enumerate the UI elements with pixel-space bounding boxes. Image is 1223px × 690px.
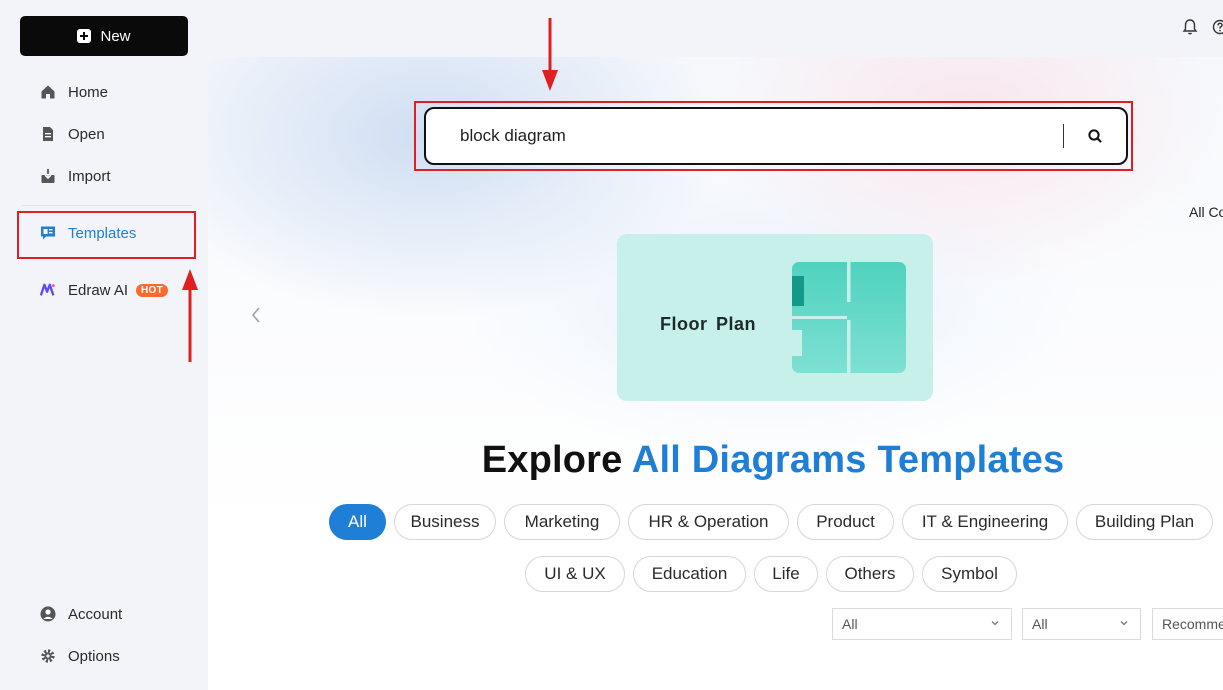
headline-prefix: Explore bbox=[481, 439, 623, 481]
sidebar-item-account[interactable]: Account bbox=[40, 602, 122, 626]
chip-it-engineering[interactable]: IT & Engineering bbox=[902, 504, 1068, 540]
chip-marketing[interactable]: Marketing bbox=[504, 504, 620, 540]
search-icon[interactable] bbox=[1084, 125, 1106, 147]
import-icon bbox=[40, 168, 56, 184]
main-panel: All Co Floor Plan Explore All Diagrams T… bbox=[208, 57, 1223, 690]
sidebar-item-label: Open bbox=[68, 125, 105, 143]
sidebar-item-edraw-ai[interactable]: Edraw AI HOT bbox=[40, 278, 169, 302]
chip-education[interactable]: Education bbox=[633, 556, 746, 592]
edraw-ai-icon bbox=[40, 282, 56, 298]
sidebar-item-label: Home bbox=[68, 83, 109, 101]
new-button[interactable]: New bbox=[20, 16, 188, 56]
sidebar-item-import[interactable]: Import bbox=[40, 164, 111, 188]
search-input[interactable] bbox=[426, 109, 1063, 163]
sidebar: New Home Open Import Templates Edraw AI … bbox=[0, 0, 208, 690]
chip-others[interactable]: Others bbox=[826, 556, 914, 592]
gear-icon bbox=[40, 648, 56, 664]
filter-select-1-value: All bbox=[842, 616, 858, 632]
bell-icon[interactable] bbox=[1182, 18, 1198, 41]
chip-hr-operation[interactable]: HR & Operation bbox=[628, 504, 789, 540]
chevron-down-icon bbox=[991, 621, 999, 626]
all-categories-link[interactable]: All Co bbox=[1189, 204, 1223, 220]
search-separator bbox=[1063, 124, 1064, 148]
help-icon[interactable] bbox=[1212, 18, 1223, 41]
chip-life[interactable]: Life bbox=[754, 556, 818, 592]
sidebar-item-templates[interactable]: Templates bbox=[40, 221, 136, 245]
sidebar-item-options[interactable]: Options bbox=[40, 644, 120, 668]
filter-select-1[interactable]: All bbox=[832, 608, 1012, 640]
sidebar-item-label: Import bbox=[68, 167, 111, 185]
top-toolbar bbox=[1182, 18, 1223, 41]
filter-select-sort[interactable]: Recomme bbox=[1152, 608, 1223, 640]
home-icon bbox=[40, 84, 56, 100]
sidebar-item-label: Templates bbox=[68, 224, 137, 242]
headline-accent: All Diagrams Templates bbox=[631, 439, 1065, 481]
floor-plan-illustration bbox=[792, 262, 906, 373]
new-button-label: New bbox=[100, 27, 131, 45]
sidebar-item-open[interactable]: Open bbox=[40, 122, 105, 146]
chip-business[interactable]: Business bbox=[394, 504, 496, 540]
sidebar-item-home[interactable]: Home bbox=[40, 80, 108, 104]
sidebar-item-label: Options bbox=[68, 647, 120, 665]
banner-title: Floor Plan bbox=[660, 314, 757, 334]
file-icon bbox=[40, 126, 56, 142]
sidebar-item-label: Account bbox=[68, 605, 123, 623]
chevron-down-icon bbox=[1120, 621, 1128, 626]
chip-ui-ux[interactable]: UI & UX bbox=[525, 556, 625, 592]
chip-all[interactable]: All bbox=[329, 504, 386, 540]
filter-select-2-value: All bbox=[1032, 616, 1048, 632]
filter-select-2[interactable]: All bbox=[1022, 608, 1141, 640]
templates-icon bbox=[40, 225, 56, 241]
chip-symbol[interactable]: Symbol bbox=[922, 556, 1017, 592]
plus-icon bbox=[77, 29, 92, 43]
chevron-left-icon[interactable] bbox=[250, 305, 262, 331]
banner-floor-plan[interactable]: Floor Plan bbox=[617, 234, 933, 401]
search-box bbox=[424, 107, 1128, 165]
page-headline: Explore All Diagrams Templates bbox=[208, 439, 1223, 482]
chip-product[interactable]: Product bbox=[797, 504, 894, 540]
account-icon bbox=[40, 606, 56, 622]
hot-badge: HOT bbox=[136, 283, 169, 297]
sidebar-item-label: Edraw AI bbox=[68, 281, 129, 299]
filter-select-sort-value: Recomme bbox=[1162, 616, 1223, 632]
sidebar-divider bbox=[22, 205, 192, 206]
chip-building-plan[interactable]: Building Plan bbox=[1076, 504, 1213, 540]
